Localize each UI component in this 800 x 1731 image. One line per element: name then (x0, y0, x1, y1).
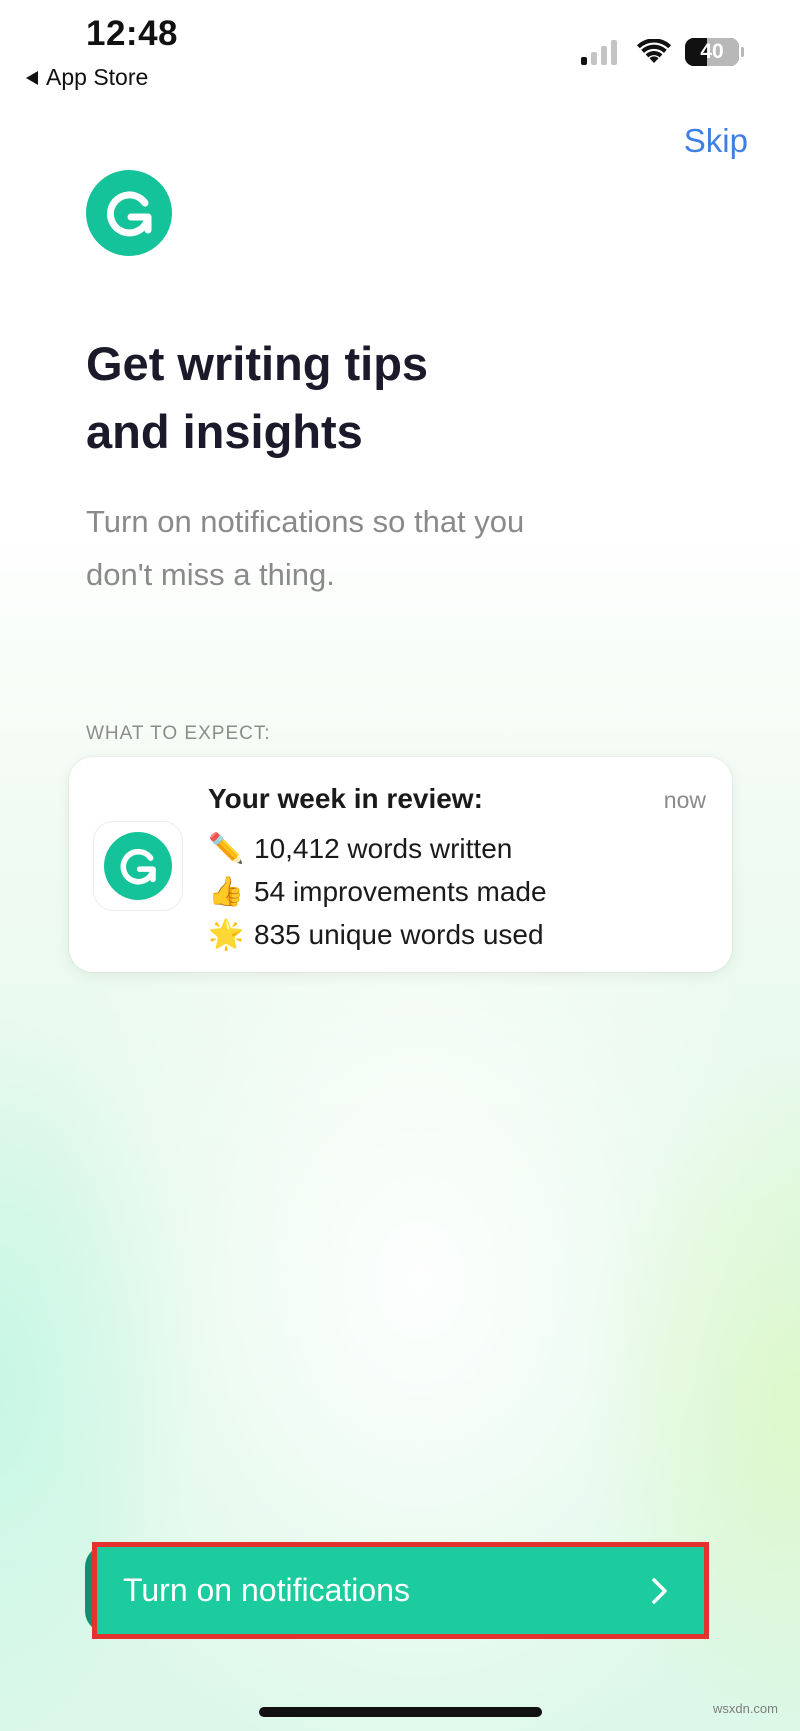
button-label: Turn on notifications (123, 1572, 410, 1608)
signal-bar (601, 46, 607, 65)
back-label: App Store (46, 64, 149, 90)
notification-title: Your week in review: (208, 783, 483, 814)
notification-line-text: 54 improvements made (254, 875, 547, 907)
battery-percentage: 40 (700, 40, 724, 63)
page-title-line: and insights (86, 405, 363, 458)
pencil-icon: ✏️ (208, 832, 245, 865)
notification-line: 👍 54 improvements made (208, 870, 547, 913)
wifi-icon (637, 39, 671, 63)
notification-preview-card: Your week in review: now ✏️ 10,412 words… (69, 757, 732, 972)
notification-line-text: 10,412 words written (254, 832, 513, 864)
notification-body: ✏️ 10,412 words written 👍 54 improvement… (208, 827, 547, 956)
notification-line: ✏️ 10,412 words written (208, 827, 547, 870)
notification-line-text: 835 unique words used (254, 918, 544, 950)
notification-line: 🌟 835 unique words used (208, 913, 547, 956)
grammarly-logo-icon (86, 170, 172, 256)
home-indicator[interactable] (259, 1707, 542, 1717)
page-subtitle-line: Turn on notifications so that you (86, 504, 525, 539)
section-label: WHAT TO EXPECT: (86, 723, 271, 744)
chevron-right-icon (652, 1577, 667, 1604)
page-subtitle: Turn on notifications so that you don't … (86, 495, 646, 601)
signal-bar (611, 40, 617, 65)
status-indicators: 40 (581, 38, 744, 66)
page-subtitle-line: don't miss a thing. (86, 557, 335, 592)
grammarly-logo-icon (104, 832, 172, 900)
thumbs-up-icon: 👍 (208, 875, 245, 908)
watermark: wsxdn.com (712, 1701, 778, 1716)
star-icon: 🌟 (208, 918, 245, 951)
back-triangle-icon (26, 70, 38, 85)
signal-bar (591, 52, 597, 65)
battery-icon: 40 (685, 38, 739, 66)
skip-button[interactable]: Skip (684, 122, 748, 160)
notification-time: now (663, 787, 706, 813)
page-title: Get writing tips and insights (86, 330, 646, 466)
back-to-app-store-link[interactable]: App Store (26, 64, 148, 91)
turn-on-notifications-button[interactable]: Turn on notifications (92, 1542, 709, 1639)
app-icon (93, 821, 183, 911)
cellular-signal-icon (581, 39, 621, 65)
page-title-line: Get writing tips (86, 337, 429, 390)
onboarding-screen: 12:48 App Store 40 Skip Get writing tips… (0, 0, 800, 1731)
battery-cap (741, 47, 744, 57)
signal-bar (581, 57, 587, 65)
status-time: 12:48 (86, 14, 179, 53)
